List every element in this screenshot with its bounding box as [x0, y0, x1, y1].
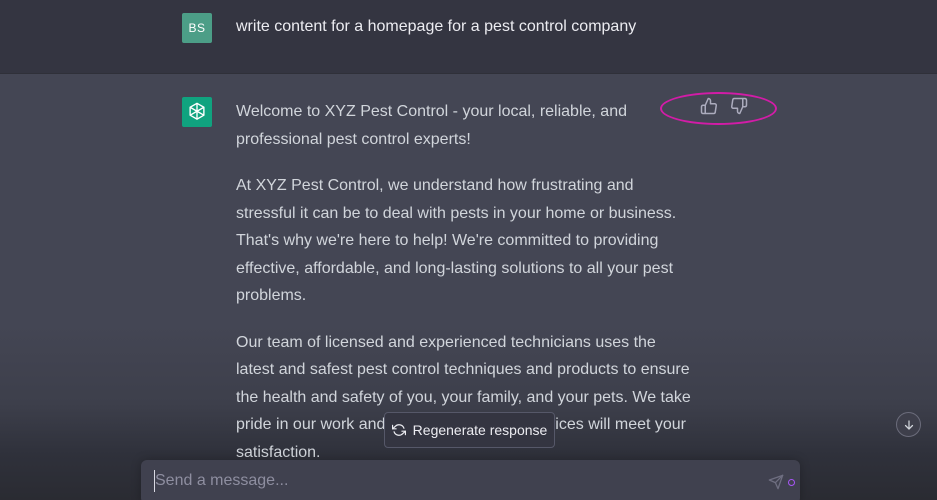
- message-input[interactable]: [154, 470, 755, 492]
- regenerate-label: Regenerate response: [412, 422, 548, 438]
- user-message-row: BS write content for a homepage for a pe…: [0, 0, 937, 74]
- thumbs-up-icon[interactable]: [700, 97, 718, 115]
- scroll-to-bottom-button[interactable]: [896, 412, 921, 437]
- extension-status-dot: [788, 479, 795, 486]
- assistant-paragraph: Welcome to XYZ Pest Control - your local…: [236, 103, 627, 148]
- user-avatar: BS: [182, 13, 212, 43]
- message-composer: [141, 460, 800, 500]
- refresh-icon: [391, 423, 406, 437]
- arrow-down-icon: [903, 419, 915, 431]
- regenerate-response-button[interactable]: Regenerate response: [384, 412, 555, 448]
- assistant-paragraph: At XYZ Pest Control, we understand how f…: [236, 177, 677, 304]
- send-icon[interactable]: [768, 474, 786, 492]
- thumbs-down-icon[interactable]: [730, 97, 748, 115]
- feedback-buttons: [700, 97, 748, 115]
- openai-logo-icon: [182, 97, 212, 127]
- user-message-text: write content for a homepage for a pest …: [236, 18, 637, 35]
